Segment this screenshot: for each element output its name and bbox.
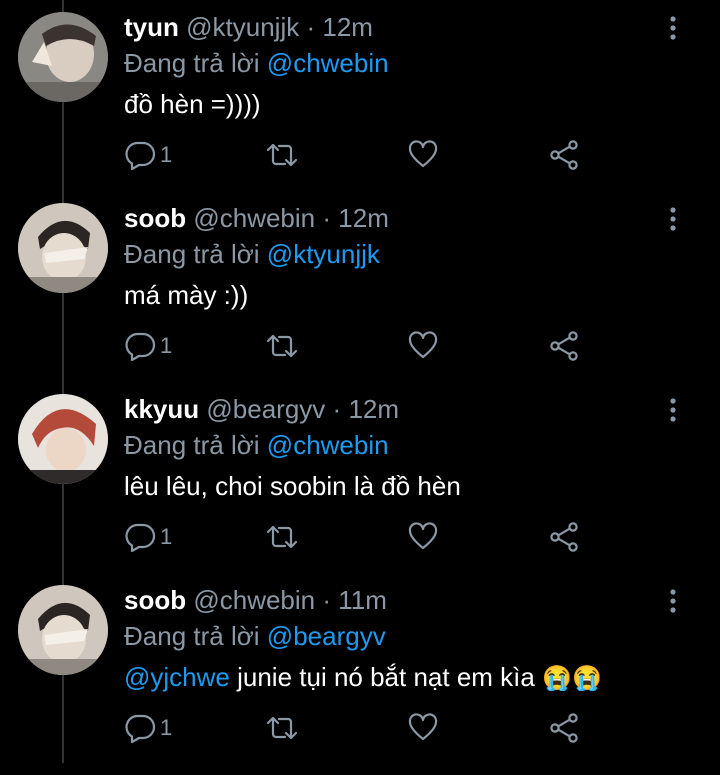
more-vertical-icon bbox=[670, 589, 676, 613]
timestamp[interactable]: 12m bbox=[338, 203, 389, 233]
retweet-icon bbox=[266, 334, 298, 358]
heart-icon bbox=[408, 331, 438, 359]
separator-dot: · bbox=[322, 203, 332, 233]
reply-icon bbox=[125, 332, 156, 361]
replying-to-mention[interactable]: @beargyv bbox=[267, 621, 386, 651]
tweet-header: soob @chwebin · 11m bbox=[124, 585, 387, 615]
reply-icon bbox=[125, 523, 156, 552]
avatar[interactable] bbox=[18, 394, 108, 484]
action-bar: 1 bbox=[124, 136, 604, 174]
avatar[interactable] bbox=[18, 12, 108, 102]
tweet-body: lêu lêu, choi soobin là đồ hèn bbox=[124, 471, 461, 501]
tweet-text: đồ hèn =)))) bbox=[124, 89, 261, 119]
reply-count: 1 bbox=[160, 715, 173, 740]
share-icon bbox=[550, 522, 578, 552]
crying-emoji: 😭😭 bbox=[542, 665, 602, 692]
separator-dot: · bbox=[332, 394, 342, 424]
display-name[interactable]: tyun bbox=[124, 12, 179, 42]
retweet-button[interactable] bbox=[262, 327, 302, 365]
display-name[interactable]: kkyuu bbox=[124, 394, 199, 424]
retweet-button[interactable] bbox=[262, 518, 302, 556]
more-vertical-icon bbox=[670, 398, 676, 422]
separator-dot: · bbox=[322, 585, 332, 615]
tweet-header: kkyuu @beargyv · 12m bbox=[124, 394, 399, 424]
tweet-text: má mày :)) bbox=[124, 280, 248, 310]
timestamp[interactable]: 12m bbox=[348, 394, 399, 424]
user-handle[interactable]: @beargyv bbox=[206, 394, 325, 424]
reply-button[interactable]: 1 bbox=[124, 327, 172, 365]
user-handle[interactable]: @chwebin bbox=[193, 585, 315, 615]
share-icon bbox=[550, 713, 578, 743]
user-handle[interactable]: @ktyunjjk bbox=[186, 12, 299, 42]
avatar[interactable] bbox=[18, 203, 108, 293]
tweet-body: má mày :)) bbox=[124, 280, 249, 310]
share-icon bbox=[550, 140, 578, 170]
tweet-header: tyun @ktyunjjk · 12m bbox=[124, 12, 373, 42]
replying-to: Đang trả lời @ktyunjjk bbox=[124, 239, 380, 269]
display-name[interactable]: soob bbox=[124, 585, 186, 615]
replying-to-mention[interactable]: @chwebin bbox=[267, 48, 389, 78]
more-options-button[interactable] bbox=[661, 14, 685, 44]
replying-to-label: Đang trả lời bbox=[124, 430, 260, 460]
reply-button[interactable]: 1 bbox=[124, 518, 172, 556]
share-button[interactable] bbox=[548, 327, 580, 365]
share-button[interactable] bbox=[548, 136, 580, 174]
timestamp[interactable]: 12m bbox=[322, 12, 373, 42]
action-bar: 1 bbox=[124, 518, 604, 556]
action-bar: 1 bbox=[124, 709, 604, 747]
reply-button[interactable]: 1 bbox=[124, 709, 172, 747]
more-options-button[interactable] bbox=[661, 587, 685, 617]
share-icon bbox=[550, 331, 578, 361]
action-bar: 1 bbox=[124, 327, 604, 365]
reply-button[interactable]: 1 bbox=[124, 136, 172, 174]
more-vertical-icon bbox=[670, 16, 676, 40]
reply-tweet[interactable]: kkyuu @beargyv · 12m Đang trả lời @chweb… bbox=[0, 394, 720, 584]
like-button[interactable] bbox=[408, 327, 438, 365]
reply-tweet[interactable]: tyun @ktyunjjk · 12m Đang trả lời @chweb… bbox=[0, 12, 720, 202]
replying-to: Đang trả lời @chwebin bbox=[124, 48, 389, 78]
tweet-body: junie tụi nó bắt nạt em kìa bbox=[229, 662, 543, 692]
retweet-icon bbox=[266, 525, 298, 549]
reply-icon bbox=[125, 141, 156, 170]
reply-count: 1 bbox=[160, 333, 173, 358]
retweet-icon bbox=[266, 716, 298, 740]
avatar[interactable] bbox=[18, 585, 108, 675]
text-mention-link[interactable]: @yjchwe bbox=[124, 662, 230, 692]
reply-tweet[interactable]: soob @chwebin · 12m Đang trả lời @ktyunj… bbox=[0, 203, 720, 393]
replying-to-mention[interactable]: @ktyunjjk bbox=[267, 239, 380, 269]
retweet-button[interactable] bbox=[262, 709, 302, 747]
share-button[interactable] bbox=[548, 518, 580, 556]
heart-icon bbox=[408, 140, 438, 168]
separator-dot: · bbox=[306, 12, 316, 42]
replying-to-mention[interactable]: @chwebin bbox=[267, 430, 389, 460]
like-button[interactable] bbox=[408, 136, 438, 174]
replying-to-label: Đang trả lời bbox=[124, 239, 260, 269]
more-options-button[interactable] bbox=[661, 396, 685, 426]
replying-to-label: Đang trả lời bbox=[124, 48, 260, 78]
retweet-icon bbox=[266, 143, 298, 167]
reply-count: 1 bbox=[160, 142, 173, 167]
retweet-button[interactable] bbox=[262, 136, 302, 174]
heart-icon bbox=[408, 713, 438, 741]
more-vertical-icon bbox=[670, 207, 676, 231]
reply-count: 1 bbox=[160, 524, 173, 549]
replying-to: Đang trả lời @beargyv bbox=[124, 621, 386, 651]
reply-tweet[interactable]: soob @chwebin · 11m Đang trả lời @beargy… bbox=[0, 585, 720, 775]
replying-to-label: Đang trả lời bbox=[124, 621, 260, 651]
share-button[interactable] bbox=[548, 709, 580, 747]
tweet-text: @yjchwe junie tụi nó bắt nạt em kìa 😭😭 bbox=[124, 662, 602, 694]
display-name[interactable]: soob bbox=[124, 203, 186, 233]
timestamp[interactable]: 11m bbox=[338, 585, 387, 615]
like-button[interactable] bbox=[408, 518, 438, 556]
tweet-header: soob @chwebin · 12m bbox=[124, 203, 389, 233]
like-button[interactable] bbox=[408, 709, 438, 747]
tweet-body: đồ hèn =)))) bbox=[124, 89, 261, 119]
more-options-button[interactable] bbox=[661, 205, 685, 235]
heart-icon bbox=[408, 522, 438, 550]
replying-to: Đang trả lời @chwebin bbox=[124, 430, 389, 460]
user-handle[interactable]: @chwebin bbox=[193, 203, 315, 233]
reply-icon bbox=[125, 714, 156, 743]
tweet-text: lêu lêu, choi soobin là đồ hèn bbox=[124, 471, 461, 501]
